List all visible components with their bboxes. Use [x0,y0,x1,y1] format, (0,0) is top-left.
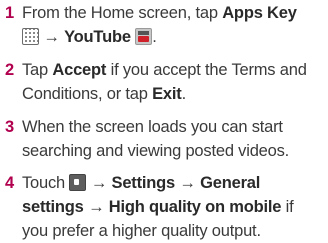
youtube-icon [135,28,153,45]
exit-label: Exit [152,85,182,103]
step-number: 3 [5,118,14,136]
arrow: → [179,174,196,192]
arrow: → [43,28,60,46]
arrow: → [88,198,105,216]
step-number: 4 [5,174,14,192]
step-line: When the screen loads you can start [22,118,283,136]
step-number: 2 [5,61,14,79]
apps-key-icon [22,28,39,45]
menu-key-icon [69,174,87,191]
general-settings-label: settings [22,198,84,216]
settings-label: Settings [111,174,176,192]
step-line: → YouTube . [22,25,157,49]
step-line: searching and viewing posted videos. [22,142,290,160]
step-line: Conditions, or tap Exit. [22,85,186,103]
step-line: Tap Accept if you accept the Terms and [22,61,307,79]
youtube-label: YouTube [64,28,131,46]
high-quality-label: High quality on mobile [108,198,282,216]
step-number: 1 [5,4,14,22]
arrow: → [90,174,108,192]
step-line: settings → High quality on mobile if [22,198,294,216]
step-line: Touch → Settings → General [22,174,261,192]
apps-key-label: Apps Key [222,4,297,22]
general-label: General [200,174,261,192]
step-line: From the Home screen, tap Apps Key [22,4,297,22]
accept-label: Accept [52,61,107,79]
step-line: you prefer a higher quality output. [22,222,261,240]
